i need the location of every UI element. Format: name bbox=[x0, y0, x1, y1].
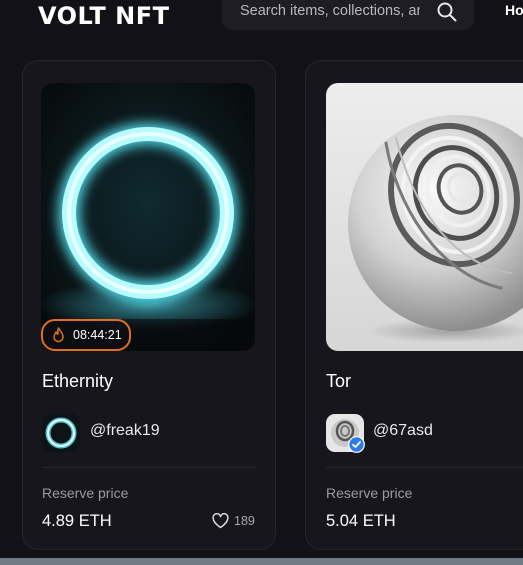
heart-icon[interactable] bbox=[212, 513, 229, 529]
divider bbox=[42, 467, 256, 468]
nft-card[interactable]: 08:44:21 Ethernity @freak19 Reserve pric… bbox=[22, 60, 276, 550]
search-icon[interactable] bbox=[436, 1, 458, 23]
creator-handle[interactable]: @freak19 bbox=[90, 422, 160, 440]
reserve-price: 5.04 ETH bbox=[326, 512, 396, 530]
divider bbox=[326, 467, 523, 468]
like-count: 189 bbox=[234, 514, 255, 528]
window-edge bbox=[0, 558, 523, 565]
nft-title[interactable]: Tor bbox=[326, 371, 351, 392]
search-box[interactable] bbox=[222, 0, 474, 30]
creator-avatar[interactable] bbox=[42, 414, 80, 452]
like-button[interactable]: 189 bbox=[212, 513, 262, 531]
nft-title[interactable]: Ethernity bbox=[42, 371, 113, 392]
nft-image[interactable] bbox=[41, 83, 255, 351]
fire-icon bbox=[53, 327, 64, 343]
logo[interactable]: VOLT NFT bbox=[38, 2, 169, 30]
reserve-price-label: Reserve price bbox=[326, 485, 413, 501]
reserve-price: 4.89 ETH bbox=[42, 512, 112, 530]
top-bar: VOLT NFT Ho bbox=[0, 0, 523, 44]
creator-handle[interactable]: @67asd bbox=[373, 422, 433, 440]
nft-image[interactable] bbox=[326, 83, 523, 351]
reserve-price-label: Reserve price bbox=[42, 485, 129, 501]
timer-text: 08:44:21 bbox=[73, 328, 122, 342]
auction-timer: 08:44:21 bbox=[41, 319, 131, 351]
nav-item-home[interactable]: Ho bbox=[505, 2, 523, 18]
verified-icon bbox=[348, 436, 365, 453]
search-input[interactable] bbox=[240, 0, 420, 22]
nft-card[interactable]: Tor @67asd Reserve price 5.04 ETH bbox=[305, 60, 523, 550]
